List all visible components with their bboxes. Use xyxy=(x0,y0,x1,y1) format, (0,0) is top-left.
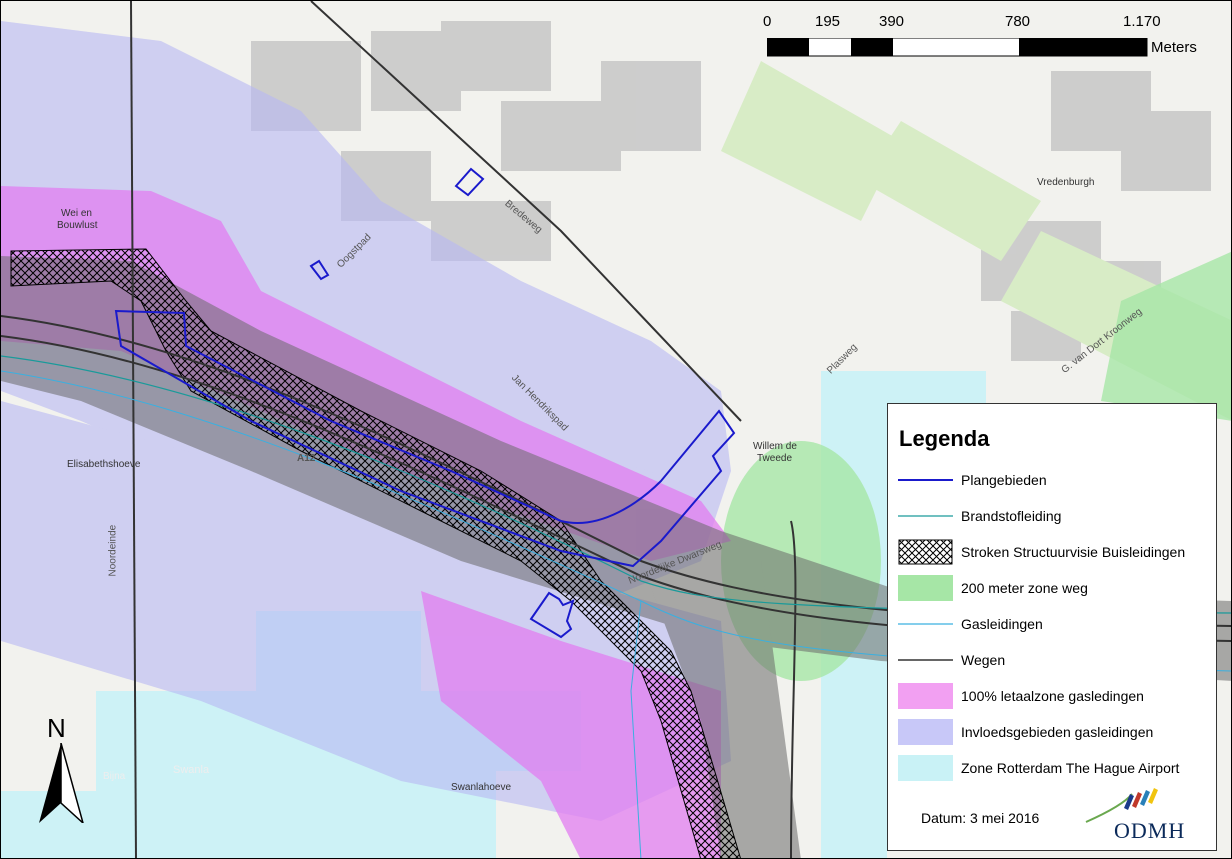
scale-units: Meters xyxy=(1151,39,1197,56)
scale-tick: 195 xyxy=(815,13,841,30)
legend-item-stroken: Stroken Structuurvisie Buisleidingen xyxy=(898,539,1213,565)
swatch-line-blue xyxy=(898,479,953,481)
legend-item-brandstofleiding: Brandstofleiding xyxy=(898,503,1213,529)
scale-tick: 390 xyxy=(879,13,905,30)
swatch-line-dark xyxy=(898,659,953,661)
scale-tick: 0 xyxy=(763,13,772,30)
legend-label: Invloedsgebieden gasleidingen xyxy=(961,724,1154,740)
legend-label: 200 meter zone weg xyxy=(961,580,1088,596)
north-arrow-icon xyxy=(39,743,84,823)
legend-item-plangebieden: Plangebieden xyxy=(898,467,1213,493)
scale-tick: 780 xyxy=(1005,13,1031,30)
label-bouwlust: Bouwlust xyxy=(57,220,98,231)
legend-label: Wegen xyxy=(961,652,1006,668)
legend-label: Zone Rotterdam The Hague Airport xyxy=(961,760,1180,776)
map-canvas[interactable]: Wei en Bouwlust Elisabethshoeve Vredenbu… xyxy=(0,0,1232,859)
swatch-fill-green xyxy=(898,575,953,601)
legend-item-airport-zone: Zone Rotterdam The Hague Airport xyxy=(898,755,1213,781)
scale-bar: 0 195 390 780 1.170 Meters xyxy=(761,13,1221,63)
legend-label: 100% letaalzone gasledingen xyxy=(961,688,1144,704)
swatch-line-teal xyxy=(898,515,953,517)
scale-tick: 1.170 xyxy=(1123,13,1161,30)
swatch-hatch xyxy=(898,539,953,565)
odmh-logo-text: ODMH xyxy=(1114,818,1186,843)
legend-item-letaalzone: 100% letaalzone gasledingen xyxy=(898,683,1213,709)
swatch-fill-cyan xyxy=(898,755,953,781)
swatch-line-cyan xyxy=(898,623,953,625)
legend-label: Plangebieden xyxy=(961,472,1047,488)
legend-item-wegen: Wegen xyxy=(898,647,1213,673)
label-a12: A12 xyxy=(297,453,316,464)
label-elisabethshoeve: Elisabethshoeve xyxy=(67,459,141,470)
label-noordeinde: Noordeinde xyxy=(107,524,119,577)
scale-bar-graphic xyxy=(767,38,1148,57)
odmh-logo: ODMH xyxy=(1084,788,1204,848)
legend-item-gasleidingen: Gasleidingen xyxy=(898,611,1213,637)
label-swanlahoeve: Swanlahoeve xyxy=(451,782,512,793)
label-bijna: Bijna xyxy=(103,771,126,782)
label-tweede: Tweede xyxy=(757,453,793,464)
legend-title: Legenda xyxy=(899,426,990,451)
label-swanla: Swanla xyxy=(173,764,210,776)
label-wei-en: Wei en xyxy=(61,208,92,219)
legend-item-200m-zone: 200 meter zone weg xyxy=(898,575,1213,601)
legend-panel: Legenda Plangebieden Brandstofleiding St… xyxy=(887,403,1217,851)
north-arrow: N xyxy=(35,713,87,823)
legend-label: Gasleidingen xyxy=(961,616,1043,632)
north-letter: N xyxy=(47,713,66,743)
legend-item-invloedsgebieden: Invloedsgebieden gasleidingen xyxy=(898,719,1213,745)
swatch-fill-lavender xyxy=(898,719,953,745)
legend-date: Datum: 3 mei 2016 xyxy=(921,810,1040,826)
label-vredenburgh: Vredenburgh xyxy=(1037,177,1095,188)
label-willem-de: Willem de xyxy=(753,441,797,452)
legend-label: Brandstofleiding xyxy=(961,508,1062,524)
swatch-fill-magenta xyxy=(898,683,953,709)
legend-label: Stroken Structuurvisie Buisleidingen xyxy=(961,544,1186,560)
